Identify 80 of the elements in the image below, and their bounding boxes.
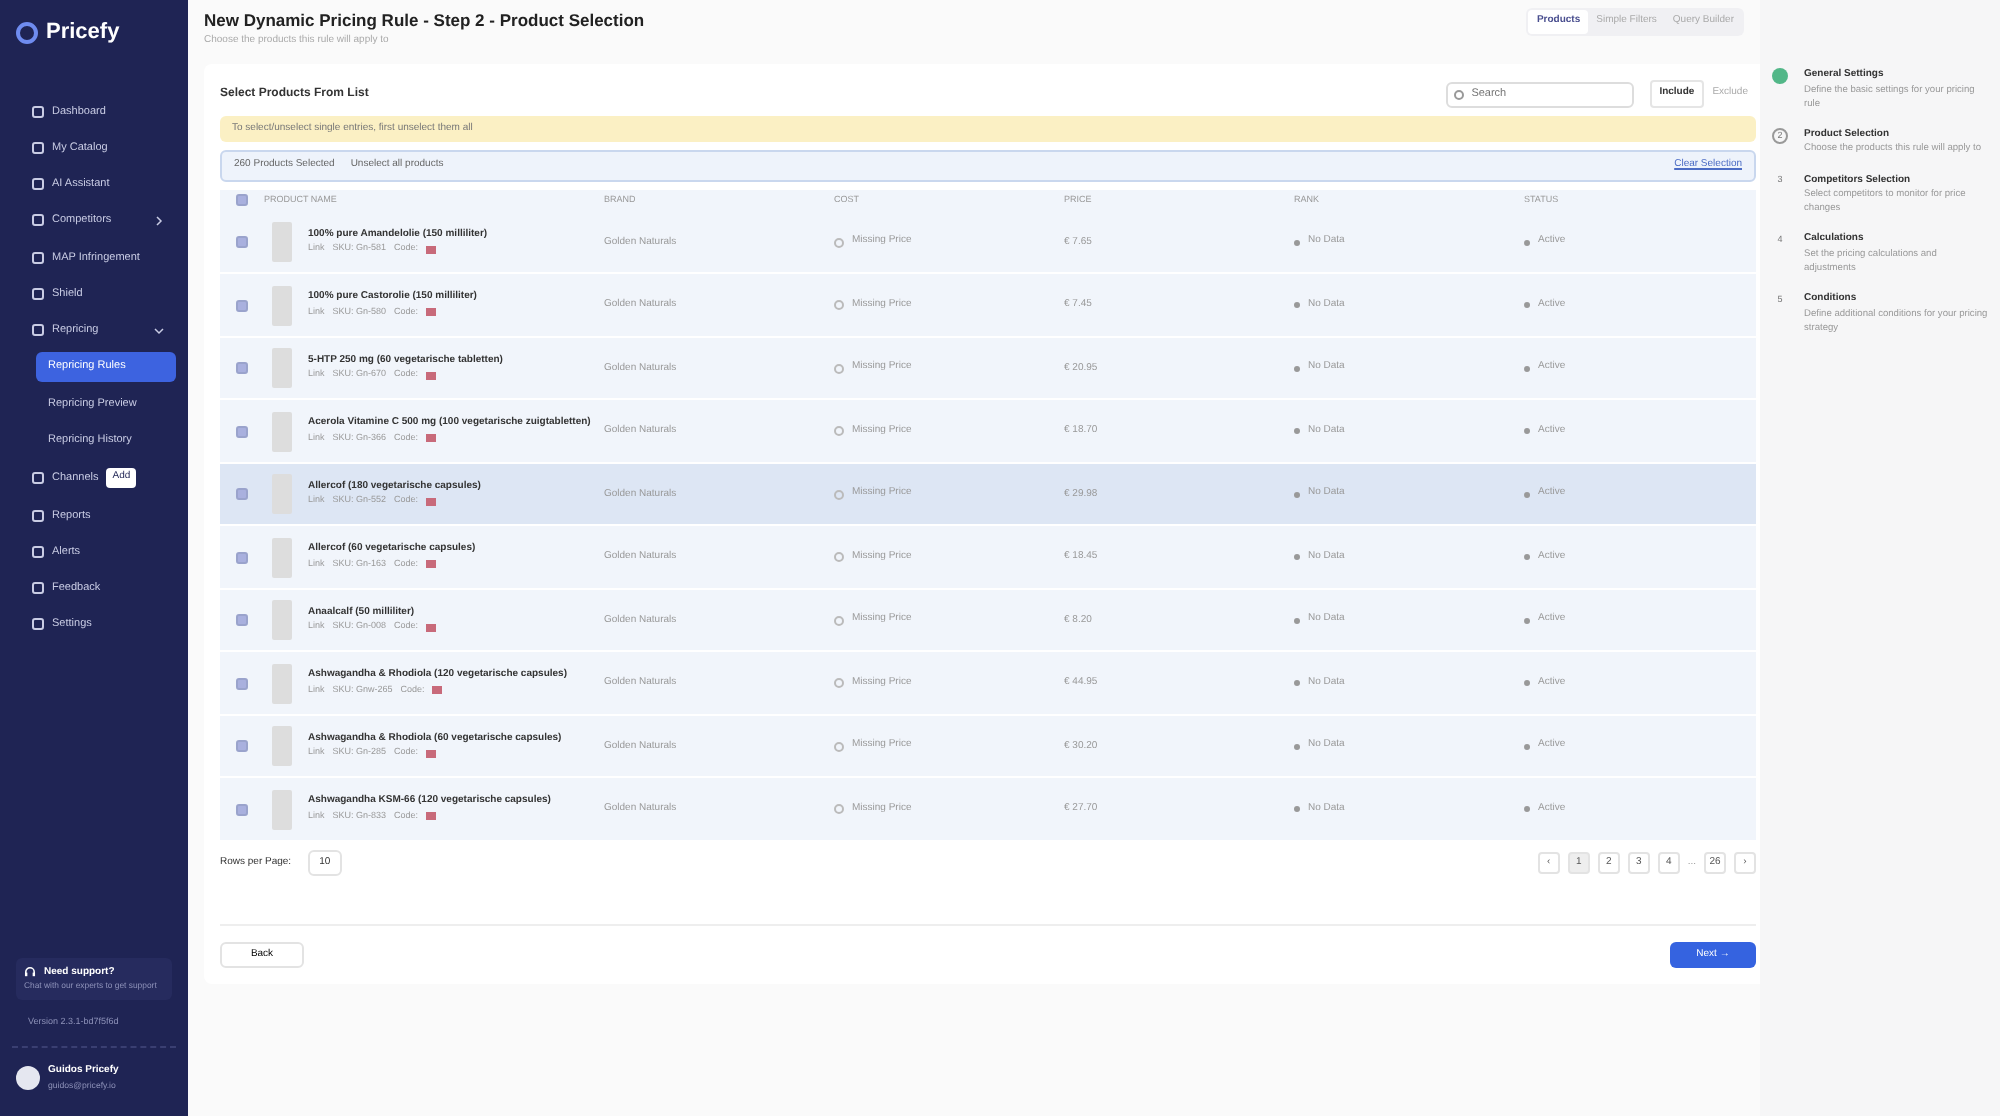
row-checkbox[interactable]: [236, 614, 248, 626]
coin-icon: [834, 741, 844, 751]
logo-icon: [16, 21, 38, 44]
status-dot: [1524, 554, 1530, 560]
status-dot: [1294, 806, 1300, 812]
coin-icon: [834, 552, 844, 562]
row-checkbox[interactable]: [236, 803, 248, 815]
status-dot: [1524, 428, 1530, 434]
row-checkbox[interactable]: [236, 740, 248, 752]
flag-icon: [426, 245, 437, 254]
row-checkbox[interactable]: [236, 299, 248, 311]
status-dot: [1294, 302, 1300, 308]
status-dot: [1294, 428, 1300, 434]
flag-icon: [426, 812, 437, 821]
coin-icon: [834, 678, 844, 688]
product-thumbnail: [272, 600, 292, 640]
coin-icon: [834, 489, 844, 499]
product-thumbnail: [272, 222, 292, 262]
square-icon: [32, 618, 44, 631]
flag-icon: [426, 623, 437, 632]
square-icon: [32, 509, 44, 522]
row-checkbox[interactable]: [236, 488, 248, 500]
status-dot: [1524, 239, 1530, 245]
status-dot: [1294, 365, 1300, 371]
status-dot: [1294, 554, 1300, 560]
row-checkbox[interactable]: [236, 236, 248, 248]
flag-icon: [432, 686, 443, 695]
status-dot: [1524, 680, 1530, 686]
status-dot: [1294, 617, 1300, 623]
square-icon: [32, 471, 44, 484]
flag-icon: [426, 749, 437, 758]
coin-icon: [834, 237, 844, 247]
coin-icon: [834, 426, 844, 436]
product-thumbnail: [272, 663, 292, 703]
square-icon: [32, 545, 44, 558]
status-dot: [1294, 239, 1300, 245]
select-all-checkbox[interactable]: [236, 194, 248, 207]
chevron-icon[interactable]: [154, 325, 164, 336]
square-icon: [32, 178, 44, 191]
product-thumbnail: [272, 411, 292, 451]
coin-icon: [834, 615, 844, 625]
square-icon: [32, 582, 44, 595]
status-dot: [1294, 743, 1300, 749]
status-dot: [1524, 365, 1530, 371]
logo: Pricefy: [46, 18, 120, 48]
product-thumbnail: [272, 348, 292, 388]
status-dot: [1294, 491, 1300, 497]
flag-icon: [426, 371, 437, 380]
row-checkbox[interactable]: [236, 677, 248, 689]
avatar: [16, 1066, 40, 1091]
status-dot: [1524, 743, 1530, 749]
square-icon: [32, 324, 44, 337]
chevron-icon[interactable]: [154, 215, 164, 226]
flag-icon: [426, 308, 437, 317]
product-thumbnail: [272, 537, 292, 577]
flag-icon: [426, 560, 437, 569]
row-checkbox[interactable]: [236, 425, 248, 437]
product-thumbnail: [272, 285, 292, 325]
square-icon: [32, 214, 44, 227]
page-title: New Dynamic Pricing Rule - Step 2 - Product Selection: [204, 8, 645, 34]
square-icon: [32, 105, 44, 118]
row-checkbox[interactable]: [236, 362, 248, 374]
flag-icon: [426, 434, 437, 443]
coin-icon: [834, 300, 844, 310]
row-checkbox[interactable]: [236, 551, 248, 563]
search-icon: [1453, 89, 1464, 99]
square-icon: [32, 287, 44, 300]
status-dot: [1524, 617, 1530, 623]
square-icon: [32, 251, 44, 264]
status-dot: [1524, 806, 1530, 812]
headset-icon: [24, 966, 36, 979]
status-dot: [1524, 491, 1530, 497]
product-thumbnail: [272, 726, 292, 766]
coin-icon: [834, 804, 844, 814]
square-icon: [32, 141, 44, 154]
product-thumbnail: [272, 789, 292, 829]
flag-icon: [426, 497, 437, 506]
coin-icon: [834, 363, 844, 373]
status-dot: [1524, 302, 1530, 308]
status-dot: [1294, 680, 1300, 686]
